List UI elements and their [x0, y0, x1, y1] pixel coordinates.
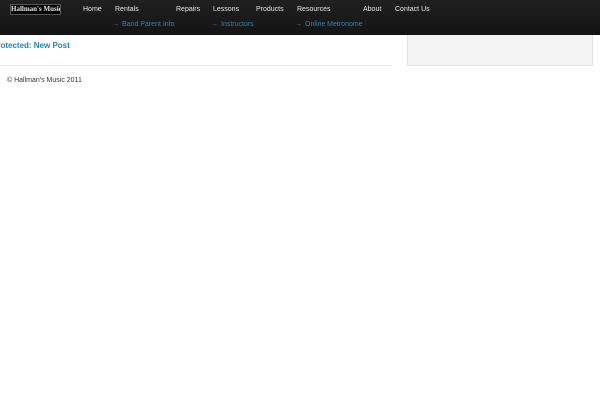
subnav-label: Band Parent Info — [122, 21, 175, 28]
nav-repairs[interactable]: Repairs — [176, 5, 200, 14]
nav-home[interactable]: Home — [83, 5, 102, 14]
arrow-right-icon: → — [295, 21, 302, 28]
site-logo[interactable]: Hallman's Music — [10, 4, 61, 15]
nav-resources[interactable]: Resources — [297, 5, 330, 14]
nav-lessons[interactable]: Lessons — [213, 5, 239, 14]
nav-rentals[interactable]: Rentals — [115, 5, 139, 14]
nav-about[interactable]: About — [363, 5, 381, 14]
content-divider — [0, 65, 392, 66]
post-title-link[interactable]: Protected: New Post — [0, 40, 200, 51]
subnav-label: Online Metronome — [305, 21, 363, 28]
nav-products[interactable]: Products — [256, 5, 284, 14]
arrow-right-icon: → — [112, 21, 119, 28]
nav-contact-us[interactable]: Contact Us — [395, 5, 430, 14]
subnav-label: Instructors — [221, 21, 254, 28]
top-navigation-bar: Hallman's Music Home Rentals Repairs Les… — [0, 0, 600, 35]
subnav-online-metronome[interactable]: → Online Metronome — [295, 20, 363, 29]
subnav-instructors[interactable]: → Instructors — [211, 20, 254, 29]
sidebar-widget — [407, 35, 593, 66]
footer-copyright: © Hallman's Music 2011 — [7, 77, 82, 84]
subnav-band-parent-info[interactable]: → Band Parent Info — [112, 20, 175, 29]
logo-text: Hallman's Music — [11, 5, 61, 13]
arrow-right-icon: → — [211, 21, 218, 28]
post-title-text: Protected: New Post — [0, 41, 70, 50]
